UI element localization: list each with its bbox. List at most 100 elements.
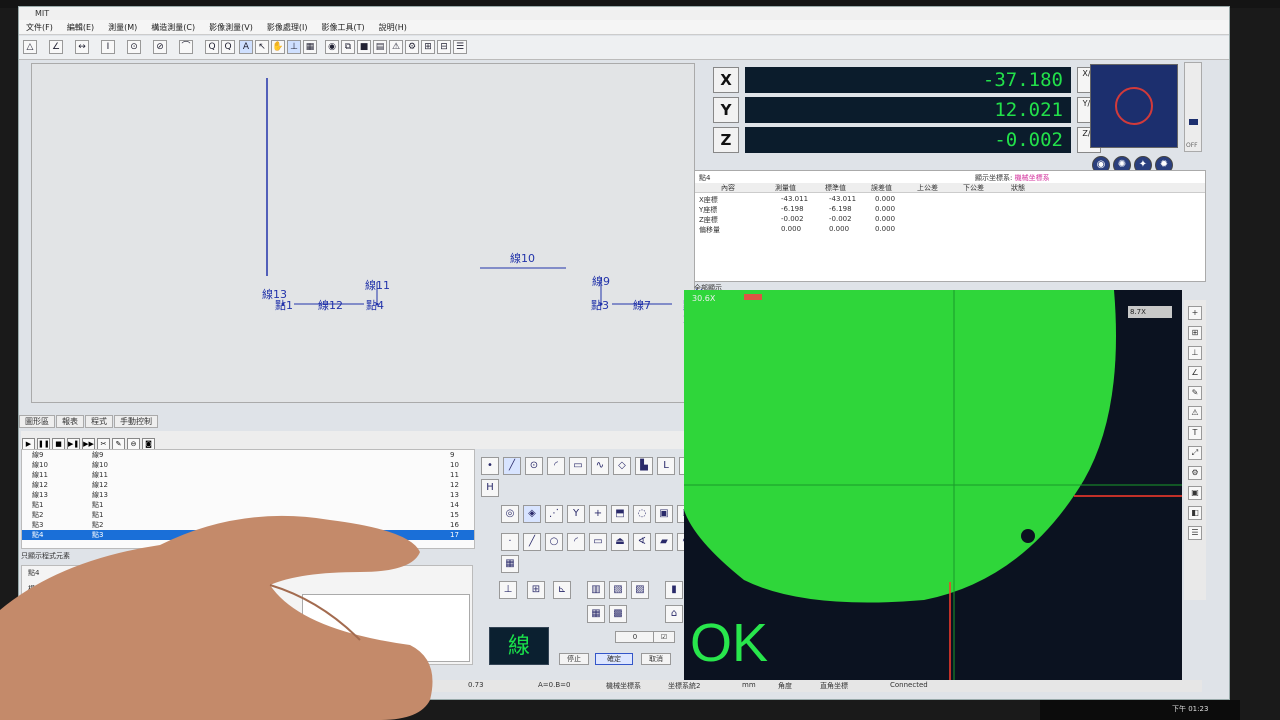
line-tool-icon[interactable]: ╱ (503, 457, 521, 475)
label-line11[interactable]: 線11 (365, 277, 390, 293)
list-item-selected[interactable]: 點4 點3 17 (22, 530, 474, 540)
list-item[interactable]: 線11 線11 11 (22, 470, 474, 480)
list-item[interactable]: 線10 線10 10 (22, 460, 474, 470)
list-footer-checkbox[interactable]: 只顯示程式元素 (21, 551, 70, 561)
list-item[interactable]: 點1 點1 14 (22, 500, 474, 510)
confirm-button[interactable]: 確定 (595, 653, 633, 665)
grid-tool-icon[interactable]: ▦ (303, 40, 317, 54)
auto-checkbox[interactable]: ☑ (653, 631, 675, 643)
z-axis-button[interactable]: Z (713, 127, 739, 153)
measure-icon[interactable]: ⊥ (1188, 346, 1202, 360)
distance-tool-icon[interactable]: ↔ (75, 40, 89, 54)
menu-edit[interactable]: 編輯(E) (60, 20, 101, 35)
freeform-tool-icon[interactable]: ◇ (613, 457, 631, 475)
arc-tool-icon[interactable]: ◜ (547, 457, 565, 475)
tab-report[interactable]: 報表 (56, 415, 84, 428)
menu-help[interactable]: 說明(H) (372, 20, 414, 35)
profile-icon[interactable]: ⬒ (611, 505, 629, 523)
auto-edge-icon[interactable]: ◈ (523, 505, 541, 523)
table-row[interactable]: 偏移量 0.000 0.000 0.000 (695, 225, 1205, 235)
text-icon[interactable]: T (1188, 426, 1202, 440)
angle-tool-icon[interactable]: ∠ (49, 40, 63, 54)
y-axis-button[interactable]: Y (713, 97, 739, 123)
slider-knob[interactable] (1189, 119, 1198, 125)
label-line12[interactable]: 線12 (318, 297, 343, 313)
display-coordinate-setting[interactable]: 顯示坐標系: 機械坐標系 (975, 173, 1050, 183)
label-point1[interactable]: 點1 (275, 297, 293, 313)
label-line9[interactable]: 線9 (592, 273, 610, 289)
copy-tool-icon[interactable]: ⧉ (341, 40, 355, 54)
height-gauge-icon[interactable]: ▙ (635, 457, 653, 475)
tab-program[interactable]: 程式 (85, 415, 113, 428)
record-icon[interactable]: ▣ (1188, 486, 1202, 500)
axis-tool-icon[interactable]: ⊥ (287, 40, 301, 54)
color-select-icon[interactable]: ▧ (609, 581, 627, 599)
home-icon[interactable]: ⌂ (665, 605, 683, 623)
height-tool-icon[interactable]: I (101, 40, 115, 54)
label-line7[interactable]: 線7 (633, 297, 651, 313)
circle-fit-icon[interactable]: ◌ (633, 505, 651, 523)
triangle-tool-icon[interactable]: △ (23, 40, 37, 54)
list-item[interactable]: 點3 點2 16 (22, 520, 474, 530)
stop-button[interactable]: 停止 (559, 653, 589, 665)
focus-tool-icon[interactable]: ◎ (501, 505, 519, 523)
list-item[interactable]: 線9 線9 9 (22, 450, 474, 460)
edge-detect-icon[interactable]: ⋰ (545, 505, 563, 523)
circle-tool-icon[interactable]: ⊙ (525, 457, 543, 475)
box-fit-icon[interactable]: ▣ (655, 505, 673, 523)
light-intensity-slider[interactable]: OFF (1184, 62, 1202, 152)
color-icon[interactable]: ◧ (1188, 506, 1202, 520)
list-item[interactable]: 點2 點1 15 (22, 510, 474, 520)
point-tool-icon[interactable]: • (481, 457, 499, 475)
intersect-icon[interactable]: Y (567, 505, 585, 523)
circle-tool-icon[interactable]: ⊙ (127, 40, 141, 54)
settings-tool-icon[interactable]: ⚙ (405, 40, 419, 54)
menu-measure[interactable]: 測量(M) (101, 20, 144, 35)
edit-icon[interactable]: ✎ (1188, 386, 1202, 400)
export-tool-icon[interactable]: ⊟ (437, 40, 451, 54)
menu-image-process[interactable]: 影像處理(I) (260, 20, 315, 35)
arc-measure-icon[interactable]: ◜ (567, 533, 585, 551)
list-item[interactable]: 線13 線13 13 (22, 490, 474, 500)
align-icon[interactable]: ⊞ (527, 581, 545, 599)
calculator-icon[interactable]: ▦ (501, 555, 519, 573)
pan-tool-icon[interactable]: ✋ (271, 40, 285, 54)
probe-tool-icon[interactable]: ⊞ (421, 40, 435, 54)
menu-image-measure[interactable]: 影像測量(V) (202, 20, 260, 35)
gear-icon[interactable]: ⚙ (1188, 466, 1202, 480)
graphic-area[interactable]: 線10 線11 線12 線13 點1 點4 線9 點3 線7 點2 線8 (31, 63, 705, 403)
rotate-axis-icon[interactable]: ⊾ (553, 581, 571, 599)
label-point3[interactable]: 點3 (591, 297, 609, 313)
text-tool-icon[interactable]: A (239, 40, 253, 54)
crosshair-icon[interactable]: + (589, 505, 607, 523)
arc-tool-icon[interactable]: ⌒ (179, 40, 193, 54)
ring-light-preview[interactable] (1090, 64, 1178, 148)
line-measure-icon[interactable]: ╱ (523, 533, 541, 551)
chart-icon[interactable]: ▮ (665, 581, 683, 599)
tile-icon[interactable]: ▩ (609, 605, 627, 623)
list-item[interactable]: 線12 線12 12 (22, 480, 474, 490)
color-filter-icon[interactable]: ▥ (587, 581, 605, 599)
expand-icon[interactable]: ⤢ (1188, 446, 1202, 460)
rectangle-tool-icon[interactable]: ▭ (569, 457, 587, 475)
zoom-out-icon[interactable]: Q (221, 40, 235, 54)
tab-graphic[interactable]: 圖形區 (19, 415, 55, 428)
tab-manual[interactable]: 手動控制 (114, 415, 158, 428)
step-gauge-icon[interactable]: L (657, 457, 675, 475)
camera-tool-icon[interactable]: ◉ (325, 40, 339, 54)
table-row[interactable]: Z座標 -0.002 -0.002 0.000 (695, 215, 1205, 225)
rect-measure-icon[interactable]: ▭ (589, 533, 607, 551)
circle-measure-icon[interactable]: ○ (545, 533, 563, 551)
angle-icon[interactable]: ∠ (1188, 366, 1202, 380)
camera-view[interactable]: 30.6X 8.7X OK (684, 290, 1182, 683)
label-point4[interactable]: 點4 (366, 297, 384, 313)
count-input[interactable]: 0 (615, 631, 655, 643)
grid-icon[interactable]: ▦ (587, 605, 605, 623)
select-tool-icon[interactable]: ↖ (255, 40, 269, 54)
fill-measure-icon[interactable]: ▰ (655, 533, 673, 551)
x-axis-button[interactable]: X (713, 67, 739, 93)
menu-file[interactable]: 文件(F) (19, 20, 60, 35)
warn-icon[interactable]: ⚠ (1188, 406, 1202, 420)
image-process-icon[interactable]: ▨ (631, 581, 649, 599)
grid-icon[interactable]: ⊞ (1188, 326, 1202, 340)
